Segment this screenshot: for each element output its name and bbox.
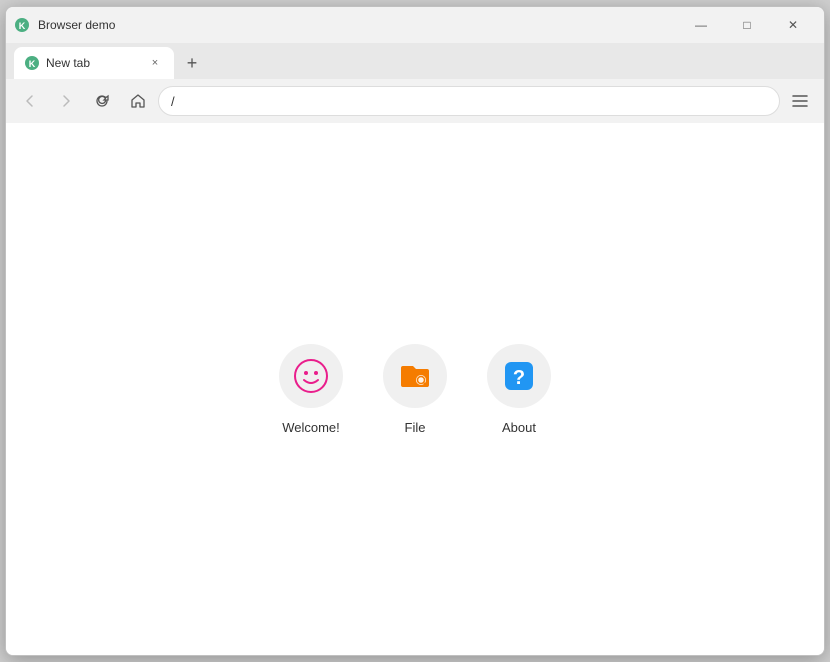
svg-text:K: K xyxy=(19,21,26,31)
new-tab-button[interactable]: + xyxy=(178,49,206,77)
about-label: About xyxy=(502,420,536,435)
menu-button[interactable] xyxy=(784,85,816,117)
forward-button[interactable] xyxy=(50,85,82,117)
address-text: / xyxy=(171,94,767,109)
svg-text:K: K xyxy=(29,59,36,69)
tab-title: New tab xyxy=(46,56,140,70)
shortcut-welcome[interactable]: Welcome! xyxy=(279,344,343,435)
title-bar: K Browser demo — □ ✕ xyxy=(6,7,824,43)
window-controls: — □ ✕ xyxy=(678,7,816,43)
app-icon: K xyxy=(14,17,30,33)
minimize-button[interactable]: — xyxy=(678,7,724,43)
nav-bar: / xyxy=(6,79,824,123)
back-icon xyxy=(22,93,38,109)
welcome-emoji-icon xyxy=(293,358,329,394)
close-button[interactable]: ✕ xyxy=(770,7,816,43)
shortcuts-grid: Welcome! File xyxy=(279,344,551,435)
file-icon-container xyxy=(383,344,447,408)
tab-close-button[interactable]: × xyxy=(146,54,164,72)
tab-bar: K New tab × + xyxy=(6,43,824,79)
maximize-button[interactable]: □ xyxy=(724,7,770,43)
about-icon-container: ? xyxy=(487,344,551,408)
home-icon xyxy=(130,93,146,109)
file-folder-icon xyxy=(397,358,433,394)
active-tab[interactable]: K New tab × xyxy=(14,47,174,79)
content-area: Welcome! File xyxy=(6,123,824,655)
address-bar[interactable]: / xyxy=(158,86,780,116)
browser-window: K Browser demo — □ ✕ K New tab × + xyxy=(5,6,825,656)
forward-icon xyxy=(58,93,74,109)
welcome-label: Welcome! xyxy=(282,420,340,435)
shortcut-file[interactable]: File xyxy=(383,344,447,435)
home-button[interactable] xyxy=(122,85,154,117)
svg-text:?: ? xyxy=(513,367,525,389)
window-title: Browser demo xyxy=(38,18,678,32)
reload-icon xyxy=(94,93,110,109)
reload-button[interactable] xyxy=(86,85,118,117)
back-button[interactable] xyxy=(14,85,46,117)
welcome-icon-container xyxy=(279,344,343,408)
menu-icon xyxy=(792,94,808,108)
tab-favicon: K xyxy=(24,55,40,71)
about-question-icon: ? xyxy=(501,358,537,394)
file-label: File xyxy=(405,420,426,435)
shortcut-about[interactable]: ? About xyxy=(487,344,551,435)
